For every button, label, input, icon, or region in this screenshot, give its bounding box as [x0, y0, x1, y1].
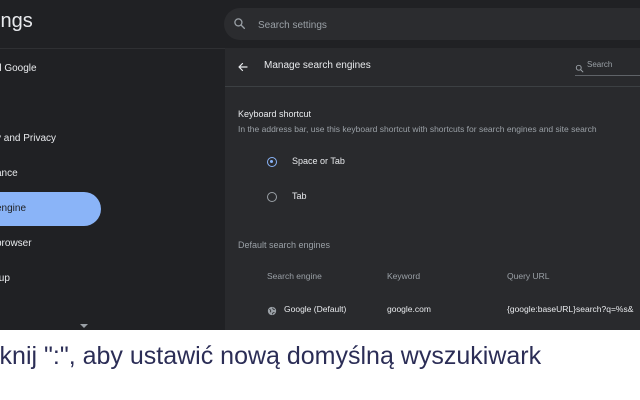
page-title: ings	[0, 10, 33, 32]
sidebar-item-search-engine[interactable]: engine	[0, 192, 101, 226]
card-header: Manage search engines Search	[225, 48, 640, 87]
radio-button[interactable]	[267, 192, 277, 202]
keyboard-shortcut-title: Keyboard shortcut	[238, 109, 312, 119]
settings-header: ings	[0, 0, 640, 49]
column-header-keyword: Keyword	[387, 271, 421, 281]
sidebar-item-on-startup[interactable]: tup	[0, 262, 101, 296]
sidebar-item-you-and-google[interactable]: d Google	[0, 52, 101, 86]
column-header-query-url: Query URL	[507, 271, 550, 281]
sidebar-item-appearance[interactable]: ance	[0, 157, 101, 191]
chevron-down-icon[interactable]	[80, 316, 88, 330]
sidebar-item-default-browser[interactable]: browser	[0, 227, 101, 261]
search-input[interactable]	[256, 8, 640, 42]
browser-window: ings d Google y and Privacy ance engine …	[0, 0, 640, 330]
radio-label: Space or Tab	[292, 156, 345, 166]
back-arrow-icon[interactable]	[237, 60, 249, 78]
radio-button-checked[interactable]	[267, 157, 277, 167]
card-title: Manage search engines	[264, 60, 371, 71]
search-underline	[575, 75, 640, 76]
globe-icon	[267, 303, 277, 321]
sidebar-item-privacy[interactable]: y and Privacy	[0, 122, 101, 156]
settings-sidebar: d Google y and Privacy ance engine brows…	[0, 49, 110, 330]
table-row-keyword: google.com	[387, 304, 431, 314]
default-search-engines-title: Default search engines	[238, 240, 331, 250]
column-header-search-engine: Search engine	[267, 271, 322, 281]
table-row-query-url: {google:baseURL}search?q=%s&	[507, 304, 634, 314]
manage-search-engines-card: Manage search engines Search Keyboard sh…	[225, 48, 640, 330]
sidebar-item-autofill[interactable]	[0, 87, 101, 121]
keyboard-shortcut-description: In the address bar, use this keyboard sh…	[238, 124, 597, 134]
settings-search-box[interactable]	[224, 8, 640, 42]
table-row-engine-name: Google (Default)	[284, 304, 347, 314]
search-icon	[233, 17, 246, 35]
search-engines-search-label: Search	[587, 60, 613, 69]
instruction-caption: iknij ":", aby ustawić nową domyślną wys…	[0, 342, 542, 370]
radio-label: Tab	[292, 191, 307, 201]
